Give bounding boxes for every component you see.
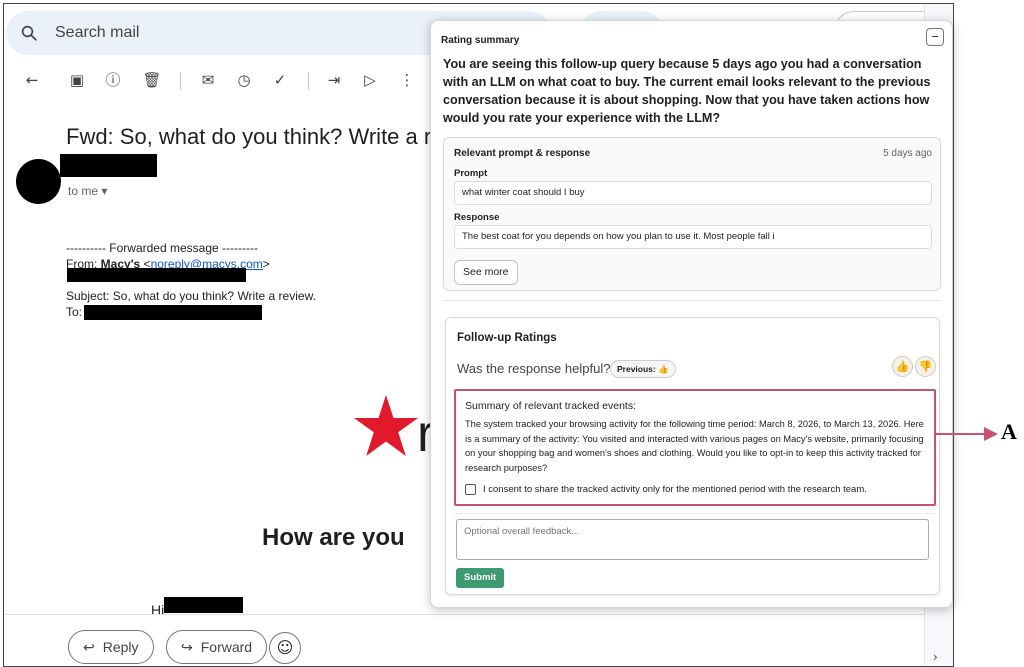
redacted-date bbox=[67, 268, 246, 282]
email-toolbar: ← ▣ ⓘ 🗑 ✉ ◷ ✓ ⇥ ▷ ⋮ bbox=[4, 66, 424, 96]
chevron-right-icon[interactable]: › bbox=[933, 650, 938, 664]
submit-button[interactable]: Submit bbox=[456, 568, 505, 588]
reply-button[interactable]: ↩ Reply bbox=[68, 630, 154, 664]
redacted-recipient-name bbox=[164, 597, 243, 613]
reply-icon: ↩ bbox=[83, 640, 95, 656]
relevant-prompt-card: Relevant prompt & response 5 days ago Pr… bbox=[443, 137, 941, 291]
email-divider bbox=[4, 614, 924, 615]
search-input[interactable]: Search mail bbox=[55, 24, 139, 42]
recipient-details-toggle[interactable]: to me ▾ bbox=[68, 184, 107, 198]
rating-summary-panel: Rating summary − You are seeing this fol… bbox=[430, 20, 953, 608]
thumbs-up-icon[interactable]: 👍 bbox=[892, 356, 913, 377]
consent-checkbox[interactable] bbox=[465, 484, 476, 495]
add-task-icon[interactable]: ✓ bbox=[270, 70, 290, 90]
tracked-events-summary: Summary of relevant tracked events: The … bbox=[454, 389, 936, 506]
previous-rating-badge: Previous: 👍 bbox=[610, 360, 676, 378]
forwarded-header-line: ---------- Forwarded message --------- bbox=[66, 241, 258, 255]
panel-intro-text: You are seeing this follow-up query beca… bbox=[443, 57, 931, 125]
email-subject: Fwd: So, what do you think? Write a revi… bbox=[66, 124, 493, 149]
email-body-heading: How are you bbox=[262, 524, 405, 551]
back-arrow-icon[interactable]: ← bbox=[22, 70, 42, 90]
prompt-field: what winter coat should I buy bbox=[454, 181, 932, 205]
thumbs-down-icon[interactable]: 👎 bbox=[915, 356, 936, 377]
helpful-question: Was the response helpful? bbox=[457, 361, 611, 376]
forwarded-subject-line: Subject: So, what do you think? Write a … bbox=[66, 289, 316, 303]
see-more-button[interactable]: See more bbox=[454, 260, 518, 285]
toolbar-divider bbox=[308, 72, 309, 90]
reply-label: Reply bbox=[102, 639, 139, 655]
label-icon[interactable]: ▷ bbox=[360, 70, 380, 90]
annotation-arrow-line bbox=[934, 433, 986, 435]
prompt-card-timestamp: 5 days ago bbox=[883, 148, 932, 159]
email-greeting: Hi bbox=[151, 602, 165, 618]
collapse-button[interactable]: − bbox=[926, 28, 944, 46]
redacted-to-address bbox=[84, 305, 262, 320]
prompt-label: Prompt bbox=[454, 168, 488, 179]
consent-label[interactable]: I consent to share the tracked activity … bbox=[483, 484, 867, 495]
report-spam-icon[interactable]: ⓘ bbox=[103, 70, 123, 90]
smiley-icon: ☺ bbox=[276, 638, 294, 657]
response-field: The best coat for you depends on how you… bbox=[454, 225, 932, 249]
feedback-textarea[interactable] bbox=[456, 519, 929, 560]
tracked-events-title: Summary of relevant tracked events: bbox=[465, 400, 636, 412]
forward-button[interactable]: ↪ Forward bbox=[166, 630, 268, 664]
mark-unread-icon[interactable]: ✉ bbox=[198, 70, 218, 90]
followup-title: Follow-up Ratings bbox=[457, 332, 557, 344]
consent-row[interactable]: I consent to share the tracked activity … bbox=[465, 484, 867, 495]
prompt-card-title: Relevant prompt & response bbox=[454, 148, 591, 159]
panel-divider bbox=[443, 300, 941, 301]
emoji-reaction-button[interactable]: ☺ bbox=[269, 632, 301, 664]
sender-avatar[interactable] bbox=[16, 159, 61, 204]
toolbar-divider bbox=[180, 72, 181, 90]
archive-icon[interactable]: ▣ bbox=[67, 70, 87, 90]
forward-label: Forward bbox=[200, 639, 253, 655]
macys-star-logo bbox=[354, 395, 418, 456]
followup-ratings-card: Follow-up Ratings Was the response helpf… bbox=[445, 317, 940, 595]
search-icon[interactable] bbox=[20, 24, 38, 42]
redacted-sender-name bbox=[60, 154, 157, 177]
tracked-events-body: The system tracked your browsing activit… bbox=[465, 419, 924, 473]
annotation-label: A bbox=[1001, 419, 1017, 444]
delete-icon[interactable]: 🗑 bbox=[142, 70, 162, 90]
panel-title: Rating summary bbox=[441, 35, 520, 46]
snooze-icon[interactable]: ◷ bbox=[234, 70, 254, 90]
annotation-arrow-head bbox=[984, 427, 998, 441]
feedback-divider bbox=[454, 513, 936, 514]
move-to-icon[interactable]: ⇥ bbox=[324, 70, 344, 90]
response-label: Response bbox=[454, 212, 500, 223]
more-icon[interactable]: ⋮ bbox=[397, 70, 417, 90]
forward-icon: ↪ bbox=[181, 640, 193, 656]
